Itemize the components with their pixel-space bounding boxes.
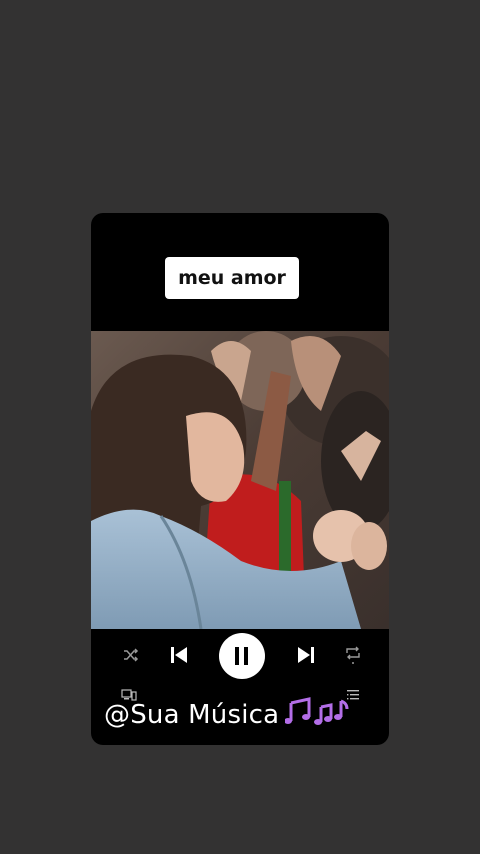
watermark: @Sua Música: [104, 697, 349, 730]
lyric-text: meu amor: [178, 267, 286, 289]
watermark-text: @Sua Música: [104, 700, 280, 730]
story-card: meu amor @Sua Música: [91, 213, 389, 745]
repeat-icon: [346, 646, 360, 664]
video-frame[interactable]: [91, 331, 389, 629]
pause-button[interactable]: [219, 633, 265, 679]
shuffle-icon: [124, 648, 139, 662]
pause-icon: [235, 647, 248, 665]
previous-button[interactable]: [167, 643, 191, 667]
next-button[interactable]: [294, 643, 318, 667]
lyric-sticker: meu amor: [165, 257, 299, 299]
music-notes-icon: [285, 697, 349, 727]
video-image: [91, 331, 389, 629]
skip-previous-icon: [171, 647, 187, 663]
skip-next-icon: [298, 647, 314, 663]
shuffle-button[interactable]: [121, 645, 141, 665]
player-controls: [91, 629, 389, 681]
repeat-button[interactable]: [343, 643, 363, 667]
